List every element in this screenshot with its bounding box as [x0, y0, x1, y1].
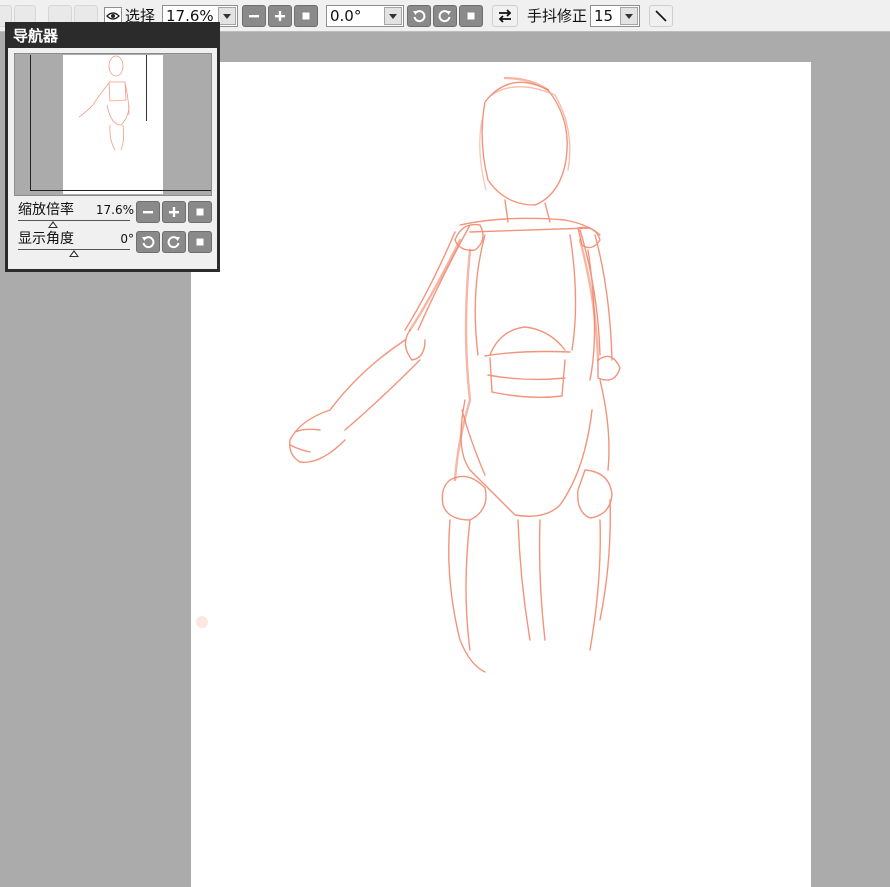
rotate-right-icon [167, 236, 180, 249]
rotate-right-button[interactable] [433, 5, 457, 27]
zoom-ratio-value: 17.6% [95, 203, 134, 217]
square-icon [196, 238, 204, 246]
stray-brush-dot [196, 616, 208, 628]
viewport-frame [30, 55, 211, 191]
viewport-edge [146, 55, 147, 121]
zoom-in-button[interactable] [268, 5, 292, 27]
stabilizer-combo[interactable]: 15 [590, 5, 640, 27]
zoom-row: 缩放倍率 17.6% [18, 201, 134, 228]
rotate-left-icon [142, 236, 155, 249]
line-tool-button[interactable] [649, 5, 673, 27]
nav-rotate-left-button[interactable] [136, 231, 160, 253]
plus-icon [169, 207, 179, 217]
rotate-right-icon [438, 10, 451, 23]
nav-zoom-out-button[interactable] [136, 201, 160, 223]
square-icon [302, 12, 310, 20]
display-angle-value: 0° [120, 232, 134, 246]
navigator-body: 缩放倍率 17.6% 显示角度 0° [8, 48, 217, 269]
rotation-combo-value: 0.0° [330, 7, 362, 25]
zoom-ratio-label: 缩放倍率 [18, 202, 74, 218]
zoom-reset-button[interactable] [294, 5, 318, 27]
zoom-slider-handle[interactable] [48, 221, 58, 228]
chevron-down-icon[interactable] [384, 7, 402, 25]
chevron-down-icon[interactable] [218, 7, 236, 25]
zoom-out-button[interactable] [242, 5, 266, 27]
flip-horizontal-icon [498, 9, 512, 23]
angle-slider-handle[interactable] [69, 250, 79, 257]
rotate-left-button[interactable] [407, 5, 431, 27]
rotation-combo[interactable]: 0.0° [326, 5, 404, 27]
stabilizer-label: 手抖修正 [527, 7, 588, 25]
navigator-panel[interactable]: 导航器 缩放倍率 17.6% 显示角度 0° [5, 22, 220, 272]
chevron-down-icon[interactable] [620, 7, 638, 25]
rotate-left-icon [413, 10, 426, 23]
minus-icon [143, 211, 153, 214]
navigator-thumbnail[interactable] [14, 53, 212, 196]
nav-zoom-reset-button[interactable] [188, 201, 212, 223]
nav-rotate-right-button[interactable] [162, 231, 186, 253]
square-icon [196, 208, 204, 216]
rotate-reset-button[interactable] [459, 5, 483, 27]
plus-icon [275, 11, 285, 21]
zoom-slider-track[interactable] [18, 220, 130, 221]
drawing-canvas[interactable] [191, 62, 811, 887]
display-angle-label: 显示角度 [18, 231, 74, 247]
navigator-title: 导航器 [13, 27, 59, 45]
nav-rotate-reset-button[interactable] [188, 231, 212, 253]
stabilizer-combo-value: 15 [594, 7, 614, 25]
flip-button[interactable] [492, 5, 518, 27]
diagonal-line-icon [655, 10, 667, 22]
minus-icon [249, 15, 259, 18]
nav-zoom-in-button[interactable] [162, 201, 186, 223]
figure-sketch [289, 76, 621, 673]
angle-row: 显示角度 0° [18, 230, 134, 257]
square-icon [467, 12, 475, 20]
